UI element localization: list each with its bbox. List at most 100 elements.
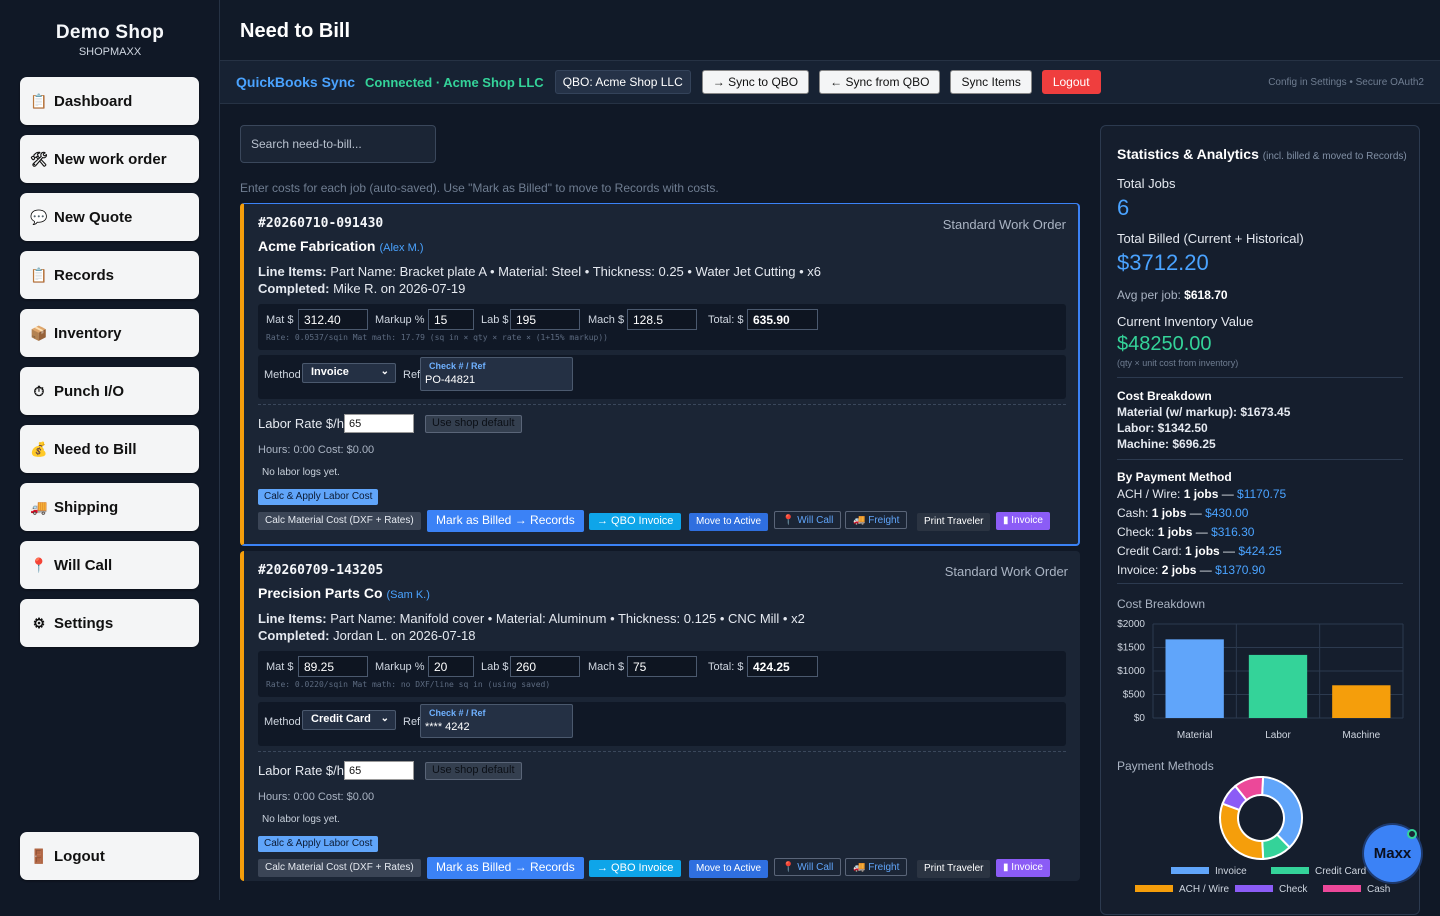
will-call-button[interactable]: 📍 Will Call: [774, 511, 842, 529]
logout-button[interactable]: 🚪 Logout: [20, 832, 199, 880]
truck-icon: 🚚: [30, 498, 48, 515]
job-card[interactable]: #20260710-091430 Standard Work Order Acm…: [240, 203, 1080, 546]
invoice-button[interactable]: ▮ Invoice: [996, 859, 1050, 877]
payment-method-select[interactable]: Invoice ⌄: [302, 363, 396, 383]
markup-input[interactable]: [428, 656, 474, 677]
search-input[interactable]: [240, 125, 436, 163]
total-input[interactable]: [747, 656, 818, 677]
brand-name: Demo Shop: [55, 22, 165, 43]
maxx-assistant-button[interactable]: Maxx: [1364, 825, 1421, 882]
pie-slice-ach-wire: [1219, 802, 1265, 860]
nav-need-to-bill[interactable]: 💰 Need to Bill: [20, 425, 199, 473]
reference-value: PO-44821: [425, 374, 476, 386]
line-items: Line Items: Part Name: Bracket plate A •…: [258, 264, 821, 279]
box-icon: 📦: [30, 324, 48, 341]
y-tick-label: $0: [1134, 713, 1146, 724]
nav-new-work-order[interactable]: 🛠 New work order: [20, 135, 199, 183]
nav-dashboard[interactable]: 📋 Dashboard: [20, 77, 199, 125]
door-icon: 🚪: [30, 847, 48, 864]
tools-icon: 🛠: [30, 150, 48, 167]
legend-swatch: [1235, 885, 1273, 892]
nav-will-call[interactable]: 📍 Will Call: [20, 541, 199, 589]
y-tick-label: $1000: [1117, 666, 1145, 677]
material-cost-input[interactable]: [298, 309, 368, 330]
payment-row: Method Credit Card ⌄ Ref Check # / Ref **…: [258, 702, 1066, 746]
calc-material-button[interactable]: Calc Material Cost (DXF + Rates): [258, 512, 421, 530]
move-to-active-button[interactable]: Move to Active: [689, 860, 769, 878]
qbo-status: Connected · Acme Shop LLC: [365, 74, 544, 90]
freight-label: Freight: [868, 862, 900, 873]
pin-icon: 📍: [782, 515, 795, 526]
line-items: Line Items: Part Name: Manifold cover • …: [258, 611, 805, 626]
nav-records[interactable]: 📋 Records: [20, 251, 199, 299]
total-label: Total: $: [708, 314, 744, 326]
nav-shipping[interactable]: 🚚 Shipping: [20, 483, 199, 531]
legend-swatch: [1271, 867, 1309, 874]
material-cost-input[interactable]: [298, 656, 368, 677]
sync-to-qbo-button[interactable]: → Sync to QBO: [701, 70, 810, 94]
reference-input[interactable]: Check # / Ref PO-44821: [420, 357, 573, 391]
calc-labor-button[interactable]: Calc & Apply Labor Cost: [258, 489, 379, 505]
sidebar: Demo Shop SHOPMAXX 📋 Dashboard 🛠 New work o…: [0, 0, 220, 900]
labor-cost-input[interactable]: [510, 309, 580, 330]
freight-label: Freight: [868, 515, 900, 526]
payment-method-select[interactable]: Credit Card ⌄: [302, 710, 396, 730]
reference-input[interactable]: Check # / Ref **** 4242: [420, 704, 573, 738]
labor-rate-label: Labor Rate $/hr: [258, 416, 349, 431]
machine-cost-input[interactable]: [627, 309, 697, 330]
job-type: Standard Work Order: [942, 217, 1066, 232]
lab-label: Lab $: [481, 314, 509, 326]
page-title: Need to Bill: [240, 20, 351, 42]
nav-new-quote[interactable]: 💬 New Quote: [20, 193, 199, 241]
x-tick-label: Labor: [1265, 730, 1291, 741]
freight-button[interactable]: 🚚 Freight: [845, 511, 908, 529]
check-ref-label: Check # / Ref: [429, 708, 486, 718]
total-input[interactable]: [747, 309, 818, 330]
print-traveler-button[interactable]: Print Traveler: [917, 513, 991, 531]
page-header: Need to Bill: [220, 0, 1440, 61]
legend-label: Check: [1279, 884, 1308, 895]
stats-charts: $0 $500 $1000 $1500 $2000 Material Labor Machin…: [1117, 619, 1404, 895]
invoice-button[interactable]: ▮ Invoice: [996, 512, 1050, 530]
calc-material-button[interactable]: Calc Material Cost (DXF + Rates): [258, 859, 421, 877]
pin-icon: 📍: [782, 862, 795, 873]
sync-items-button[interactable]: Sync Items: [950, 70, 1032, 94]
lab-label: Lab $: [481, 661, 509, 673]
divider: [258, 404, 1066, 405]
qbo-config-note: Config in Settings • Secure OAuth2: [1268, 76, 1424, 88]
qbo-logout-button[interactable]: Logout: [1041, 70, 1101, 94]
move-to-active-button[interactable]: Move to Active: [689, 513, 769, 531]
calc-labor-button[interactable]: Calc & Apply Labor Cost: [258, 836, 379, 852]
markup-input[interactable]: [428, 309, 474, 330]
brand-subtitle: SHOPMAXX: [78, 46, 142, 58]
nav-punch-i-o[interactable]: ⏱ Punch I/O: [20, 367, 199, 415]
total-label: Total: $: [708, 661, 744, 673]
document-icon: ▮: [1003, 862, 1009, 873]
use-shop-default-button[interactable]: Use shop default: [425, 762, 522, 780]
use-shop-default-button[interactable]: Use shop default: [425, 415, 522, 433]
customer-name: Acme Fabrication (Alex M.): [258, 238, 424, 254]
labor-rate-input[interactable]: [344, 761, 414, 780]
qbo-invoice-button[interactable]: → QBO Invoice: [589, 513, 682, 530]
freight-button[interactable]: 🚚 Freight: [845, 858, 908, 876]
labor-cost-input[interactable]: [510, 656, 580, 677]
nav-label: Inventory: [54, 324, 122, 342]
nav-label: Dashboard: [54, 92, 133, 110]
pin-icon: 📍: [30, 556, 48, 573]
nav-label: Will Call: [54, 556, 113, 574]
rate-note: Rate: 0.0220/sqin Mat math: no DXF/line …: [266, 680, 551, 689]
job-card[interactable]: #20260709-143205 Standard Work Order Pre…: [240, 551, 1080, 881]
mark-as-billed-button[interactable]: Mark as Billed → Records: [427, 857, 584, 879]
labor-rate-input[interactable]: [344, 414, 414, 433]
nav-inventory[interactable]: 📦 Inventory: [20, 309, 199, 357]
will-call-label: Will Call: [797, 862, 834, 873]
mark-as-billed-button[interactable]: Mark as Billed → Records: [427, 510, 584, 532]
nav-label: Records: [54, 266, 115, 284]
machine-cost-input[interactable]: [627, 656, 697, 677]
sync-from-qbo-button[interactable]: ← Sync from QBO: [819, 70, 941, 94]
payment-row: Method Invoice ⌄ Ref Check # / Ref PO-448…: [258, 355, 1066, 399]
nav-settings[interactable]: ⚙ Settings: [20, 599, 199, 647]
print-traveler-button[interactable]: Print Traveler: [917, 860, 991, 878]
qbo-invoice-button[interactable]: → QBO Invoice: [589, 860, 682, 877]
will-call-button[interactable]: 📍 Will Call: [774, 858, 842, 876]
